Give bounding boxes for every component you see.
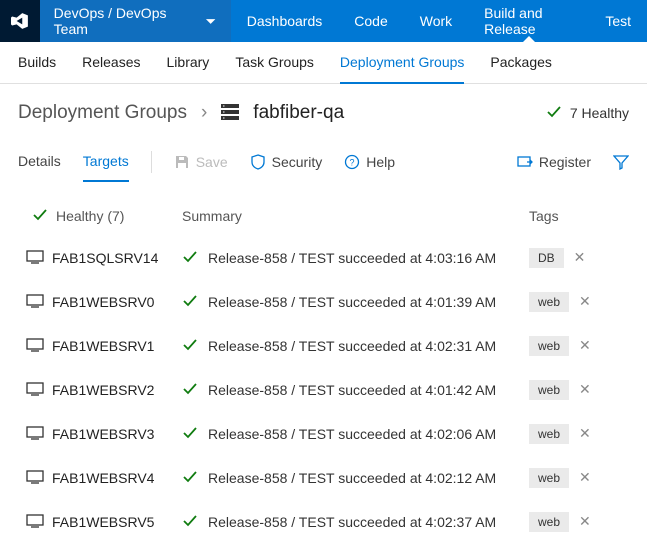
summary-text: Release-858 / TEST succeeded at 4:01:39 … bbox=[208, 294, 496, 310]
remove-tag-button[interactable]: ✕ bbox=[579, 381, 591, 398]
col-summary-label: Summary bbox=[178, 208, 529, 224]
tag[interactable]: web bbox=[529, 336, 569, 356]
tab-details[interactable]: Details bbox=[18, 142, 61, 182]
help-button[interactable]: ? Help bbox=[344, 154, 395, 170]
remove-tag-button[interactable]: ✕ bbox=[579, 513, 591, 530]
remove-tag-button[interactable]: ✕ bbox=[579, 469, 591, 486]
tag[interactable]: web bbox=[529, 424, 569, 444]
shield-icon bbox=[250, 154, 266, 170]
target-row[interactable]: FAB1WEBSRV4 Release-858 / TEST succeeded … bbox=[0, 456, 647, 500]
tag[interactable]: web bbox=[529, 380, 569, 400]
machine-icon bbox=[26, 294, 44, 311]
target-row[interactable]: FAB1WEBSRV0 Release-858 / TEST succeeded … bbox=[0, 280, 647, 324]
server-group-icon bbox=[221, 104, 239, 123]
subnav-builds[interactable]: Builds bbox=[18, 42, 56, 84]
chevron-down-icon bbox=[205, 15, 216, 27]
machine-icon bbox=[26, 250, 44, 267]
target-row[interactable]: FAB1WEBSRV2 Release-858 / TEST succeeded … bbox=[0, 368, 647, 412]
tag[interactable]: web bbox=[529, 512, 569, 532]
filter-icon bbox=[613, 154, 629, 170]
security-button[interactable]: Security bbox=[250, 154, 323, 170]
machine-name: FAB1WEBSRV4 bbox=[52, 470, 154, 486]
svg-text:?: ? bbox=[350, 158, 355, 168]
top-nav-work[interactable]: Work bbox=[404, 0, 468, 42]
subnav-library[interactable]: Library bbox=[167, 42, 210, 84]
check-icon bbox=[182, 469, 198, 488]
summary-text: Release-858 / TEST succeeded at 4:02:06 … bbox=[208, 426, 496, 442]
remove-tag-button[interactable]: ✕ bbox=[579, 293, 591, 310]
tag[interactable]: web bbox=[529, 468, 569, 488]
remove-tag-button[interactable]: ✕ bbox=[574, 249, 586, 266]
target-row[interactable]: FAB1SQLSRV14 Release-858 / TEST succeeded… bbox=[0, 236, 647, 280]
machine-name: FAB1WEBSRV3 bbox=[52, 426, 154, 442]
machine-icon bbox=[26, 382, 44, 399]
register-icon bbox=[517, 154, 533, 170]
top-nav-build-and-release[interactable]: Build and Release bbox=[468, 0, 589, 42]
subnav-task-groups[interactable]: Task Groups bbox=[235, 42, 314, 84]
summary-text: Release-858 / TEST succeeded at 4:03:16 … bbox=[208, 250, 496, 266]
summary-text: Release-858 / TEST succeeded at 4:02:12 … bbox=[208, 470, 496, 486]
tab-targets[interactable]: Targets bbox=[83, 142, 129, 182]
check-icon bbox=[182, 425, 198, 444]
table-header: Healthy (7) Summary Tags bbox=[0, 196, 647, 236]
machine-name: FAB1WEBSRV1 bbox=[52, 338, 154, 354]
remove-tag-button[interactable]: ✕ bbox=[579, 337, 591, 354]
save-icon bbox=[174, 154, 190, 170]
machine-name: FAB1WEBSRV2 bbox=[52, 382, 154, 398]
machine-name: FAB1WEBSRV0 bbox=[52, 294, 154, 310]
remove-tag-button[interactable]: ✕ bbox=[579, 425, 591, 442]
machine-name: FAB1WEBSRV5 bbox=[52, 514, 154, 530]
check-icon bbox=[182, 381, 198, 400]
machine-icon bbox=[26, 514, 44, 531]
health-summary: 7 Healthy bbox=[546, 104, 629, 123]
target-row[interactable]: FAB1WEBSRV3 Release-858 / TEST succeeded … bbox=[0, 412, 647, 456]
tag[interactable]: web bbox=[529, 292, 569, 312]
breadcrumb-current: fabfiber-qa bbox=[253, 102, 344, 124]
check-icon bbox=[32, 207, 48, 226]
check-icon bbox=[182, 249, 198, 268]
check-icon bbox=[182, 337, 198, 356]
top-nav-dashboards[interactable]: Dashboards bbox=[231, 0, 339, 42]
filter-button[interactable] bbox=[613, 154, 629, 170]
breadcrumb-root[interactable]: Deployment Groups bbox=[18, 102, 187, 124]
register-button[interactable]: Register bbox=[517, 154, 591, 170]
subnav-releases[interactable]: Releases bbox=[82, 42, 140, 84]
tag[interactable]: DB bbox=[529, 248, 564, 268]
col-health-label: Healthy (7) bbox=[56, 208, 124, 224]
chevron-right-icon: › bbox=[201, 102, 207, 124]
health-text: 7 Healthy bbox=[570, 105, 629, 121]
machine-icon bbox=[26, 338, 44, 355]
divider bbox=[151, 151, 152, 173]
top-nav-test[interactable]: Test bbox=[589, 0, 647, 42]
project-name: DevOps / DevOps Team bbox=[54, 5, 196, 37]
top-nav-code[interactable]: Code bbox=[338, 0, 403, 42]
target-row[interactable]: FAB1WEBSRV1 Release-858 / TEST succeeded … bbox=[0, 324, 647, 368]
subnav-packages[interactable]: Packages bbox=[490, 42, 551, 84]
subnav-deployment-groups[interactable]: Deployment Groups bbox=[340, 42, 465, 84]
col-tags-label: Tags bbox=[529, 208, 629, 224]
summary-text: Release-858 / TEST succeeded at 4:01:42 … bbox=[208, 382, 496, 398]
product-logo[interactable] bbox=[0, 0, 40, 42]
save-button: Save bbox=[174, 154, 228, 170]
help-icon: ? bbox=[344, 154, 360, 170]
target-row[interactable]: FAB1WEBSRV5 Release-858 / TEST succeeded … bbox=[0, 500, 647, 544]
summary-text: Release-858 / TEST succeeded at 4:02:31 … bbox=[208, 338, 496, 354]
machine-icon bbox=[26, 426, 44, 443]
check-icon bbox=[182, 293, 198, 312]
machine-icon bbox=[26, 470, 44, 487]
machine-name: FAB1SQLSRV14 bbox=[52, 250, 158, 266]
summary-text: Release-858 / TEST succeeded at 4:02:37 … bbox=[208, 514, 496, 530]
check-icon bbox=[546, 104, 562, 123]
check-icon bbox=[182, 513, 198, 532]
project-selector[interactable]: DevOps / DevOps Team bbox=[40, 0, 231, 42]
